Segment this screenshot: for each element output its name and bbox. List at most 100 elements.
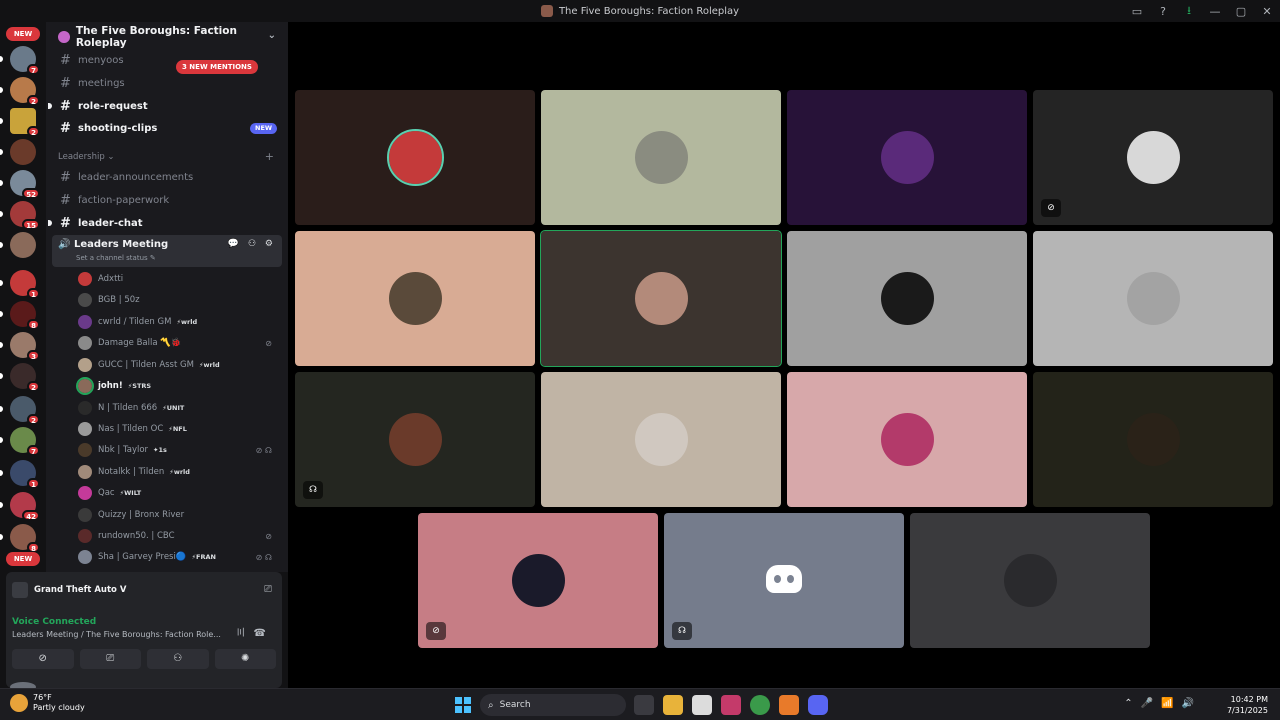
set-channel-status[interactable]: Set a channel status ✎ — [76, 254, 156, 262]
video-tile[interactable]: ⊘ — [1033, 90, 1273, 225]
new-mentions-pill[interactable]: 3 NEW MENTIONS — [176, 60, 258, 74]
server-name: The Five Boroughs: Faction Roleplay — [75, 25, 237, 49]
voice-member[interactable]: Notalkk | Tilden ⚡wrld — [78, 462, 278, 482]
search-box[interactable]: ⌕ Search — [480, 694, 626, 716]
server-icon[interactable]: 1 — [0, 460, 40, 489]
chrome-icon[interactable] — [750, 695, 770, 715]
voice-member[interactable]: GUCC | Tilden Asst GM ⚡wrld — [78, 355, 278, 375]
video-tile[interactable] — [1033, 372, 1273, 507]
server-header[interactable]: The Five Boroughs: Faction Roleplay ⌄ — [46, 22, 288, 52]
system-tray[interactable]: ⌃🎤📶🔊 — [1124, 698, 1202, 709]
channel-faction-paperwork[interactable]: # faction-paperwork — [52, 190, 282, 210]
channel-leader-announcements[interactable]: # leader-announcements — [52, 167, 282, 187]
voice-member[interactable]: Nas | Tilden OC ⚡NFL — [78, 419, 278, 439]
activity-button[interactable]: ⚇ — [147, 649, 209, 669]
video-tile[interactable] — [787, 90, 1027, 225]
video-tile[interactable] — [540, 230, 782, 367]
server-icon[interactable]: 42 — [0, 492, 40, 521]
video-tile[interactable] — [910, 513, 1150, 648]
video-tile[interactable]: ☊ — [295, 372, 535, 507]
voice-member[interactable]: BGB | 50z — [78, 290, 278, 310]
voice-member[interactable]: Quizzy | Bronx River — [78, 505, 278, 525]
video-grid: ⊘ ☊ ⊘ ☊ — [288, 22, 1280, 688]
server-icon[interactable] — [0, 139, 36, 165]
server-icon[interactable]: 2 — [0, 396, 40, 425]
server-icon[interactable]: 1 — [0, 270, 40, 299]
voice-controls[interactable]: 〣☎ — [236, 624, 274, 639]
voice-location[interactable]: Leaders Meeting / The Five Boroughs: Fac… — [12, 630, 227, 639]
share-screen-button[interactable]: ⎚ — [79, 649, 141, 669]
headphones-off-icon: ☊ — [672, 622, 692, 640]
notion-icon[interactable] — [692, 695, 712, 715]
start-button[interactable] — [455, 697, 471, 713]
server-icon[interactable]: 3 — [0, 332, 40, 361]
server-icon[interactable]: 2 — [0, 363, 40, 392]
video-tile[interactable]: ⊘ — [418, 513, 658, 648]
video-tile[interactable] — [787, 372, 1027, 507]
server-icon[interactable]: 8 — [0, 301, 40, 330]
server-icon[interactable]: 8 — [0, 524, 40, 553]
voice-member[interactable]: john! ⚡STRS — [76, 376, 278, 396]
avatar — [78, 508, 92, 522]
voice-member[interactable]: Damage Balla 〽️🐞 ⊘ — [78, 333, 278, 353]
app-icon[interactable] — [779, 695, 799, 715]
video-tile[interactable] — [295, 231, 535, 366]
avatar — [78, 336, 92, 350]
voice-member[interactable]: cwrld / Tilden GM ⚡wrld — [78, 312, 278, 332]
voice-member[interactable]: Sha | Garvey Presi🔵 ⚡FRAN ⊘ ☊ — [78, 547, 278, 567]
file-explorer-icon[interactable] — [663, 695, 683, 715]
soundboard-button[interactable]: ✺ — [214, 649, 276, 669]
video-tile[interactable] — [787, 231, 1027, 366]
voice-channel-actions[interactable]: 💬 ⚇ ⚙ — [228, 239, 276, 249]
voice-member[interactable]: Nbk | Taylor ✦1s ⊘ ☊ — [78, 440, 278, 460]
video-tile[interactable] — [541, 90, 781, 225]
hash-icon: # — [60, 169, 71, 185]
video-tile[interactable] — [295, 90, 535, 225]
clock[interactable]: 10:42 PM 7/31/2025 — [1227, 694, 1268, 716]
voice-member[interactable]: Adxtti — [78, 269, 278, 289]
channel-meetings[interactable]: # meetings — [52, 73, 282, 93]
add-channel-icon[interactable]: + — [265, 150, 274, 163]
screen-share-icon[interactable]: ⎚ — [264, 584, 272, 595]
category-leadership[interactable]: Leadership ⌄ — [58, 152, 115, 162]
server-icon[interactable]: 7 — [0, 427, 40, 456]
server-icon[interactable]: 2 — [0, 108, 40, 137]
weather-widget[interactable]: 76°F Partly cloudy — [10, 693, 85, 713]
inbox-icon[interactable]: ▭ — [1124, 5, 1150, 18]
video-tile[interactable]: ☊ — [664, 513, 904, 648]
discord-icon[interactable] — [808, 695, 828, 715]
download-icon[interactable]: ⭳ — [1176, 2, 1202, 21]
voice-connected-status[interactable]: Voice Connected — [12, 617, 96, 627]
avatar — [78, 315, 92, 329]
channel-role-request[interactable]: # role-request — [48, 96, 282, 116]
voice-member[interactable]: Qac ⚡WILT — [78, 483, 278, 503]
video-tile[interactable] — [541, 372, 781, 507]
camera-off-button[interactable]: ⊘ — [12, 649, 74, 669]
maximize-button[interactable]: ▢ — [1228, 5, 1254, 18]
voice-member[interactable]: N | Tilden 666 ⚡UNIT — [78, 398, 278, 418]
video-tile[interactable] — [1033, 231, 1273, 366]
server-icon[interactable]: 7 — [0, 46, 40, 75]
server-icon[interactable]: 52 — [0, 170, 40, 199]
hash-icon: # — [60, 75, 71, 91]
voice-panel: Grand Theft Auto V ⎚ Voice Connected Lea… — [6, 572, 282, 688]
app-icon[interactable] — [721, 695, 741, 715]
server-icon[interactable] — [0, 232, 36, 258]
help-icon[interactable]: ? — [1150, 5, 1176, 18]
avatar — [389, 272, 442, 325]
voice-member[interactable]: rundown50. | CBC ⊘ — [78, 526, 278, 546]
server-icon[interactable]: 15 — [0, 201, 40, 230]
task-view-icon[interactable] — [634, 695, 654, 715]
close-button[interactable]: ✕ — [1254, 5, 1280, 18]
chevron-down-icon[interactable]: ⌄ — [268, 30, 276, 41]
server-icon[interactable]: 2 — [0, 77, 40, 106]
mic-muted-icon: ⊘ — [265, 338, 272, 348]
voice-channel-leaders-meeting[interactable]: 🔊 Leaders Meeting Set a channel status ✎… — [52, 235, 282, 267]
new-pill[interactable]: NEW — [6, 552, 40, 566]
new-pill[interactable]: NEW — [6, 27, 40, 41]
channel-shooting-clips[interactable]: # shooting-clips — [52, 118, 282, 138]
channel-leader-chat[interactable]: # leader-chat — [48, 213, 282, 233]
minimize-button[interactable]: — — [1202, 5, 1228, 18]
window-controls: ▭ ? ⭳ — ▢ ✕ — [1124, 0, 1280, 22]
server-icon — [540, 5, 553, 17]
